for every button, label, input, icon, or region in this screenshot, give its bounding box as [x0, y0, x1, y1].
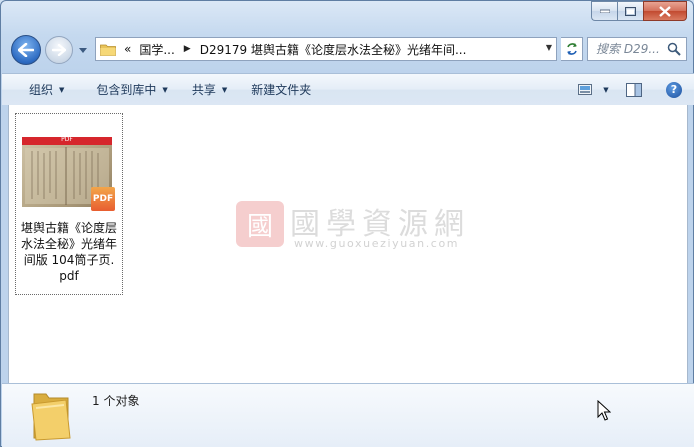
file-name-line: 间版 104筒子页. — [23, 253, 115, 267]
navigation-bar: « 国学... ▶ D29179 堪舆古籍《论度层水法全秘》光绪年间... ▼ — [9, 33, 689, 67]
help-icon: ? — [666, 81, 682, 98]
breadcrumb-item[interactable]: D29179 堪舆古籍《论度层水法全秘》光绪年间... — [200, 41, 467, 58]
refresh-icon — [566, 43, 577, 55]
explorer-window: « 国学... ▶ D29179 堪舆古籍《论度层水法全秘》光绪年间... ▼ — [0, 0, 694, 447]
minimize-icon — [599, 9, 610, 13]
preview-pane-button[interactable] — [614, 74, 654, 105]
watermark-seal-text: 國 — [246, 211, 273, 242]
view-options-dropdown[interactable]: ▼ — [598, 74, 614, 105]
pdf-badge-label: PDF — [92, 194, 114, 204]
refresh-button[interactable] — [561, 37, 583, 61]
maximize-icon — [625, 6, 636, 16]
include-in-library-menu[interactable]: 包含到库中 ▼ — [84, 74, 179, 105]
help-label: ? — [670, 83, 678, 96]
file-name-line: pdf — [59, 269, 79, 283]
minimize-button[interactable] — [591, 1, 617, 21]
share-menu[interactable]: 共享 ▼ — [180, 74, 239, 105]
folder-icon — [31, 393, 71, 441]
command-bar-right: ▼ ? — [574, 74, 694, 105]
organize-menu[interactable]: 组织 ▼ — [17, 74, 76, 105]
search-input[interactable] — [596, 42, 664, 56]
file-name[interactable]: 堪舆古籍《论度层 水法全秘》光绪年 间版 104筒子页. pdf — [16, 220, 122, 284]
file-list-view[interactable]: PDF PDF 堪舆古籍《论度层 水法全秘》光绪年 间版 104筒子页. pdf… — [8, 105, 688, 383]
view-options-button[interactable] — [574, 74, 598, 105]
back-arrow-icon — [18, 43, 34, 57]
pdf-badge-icon: PDF — [91, 187, 115, 211]
preview-pane-icon — [626, 82, 642, 97]
chevron-down-icon: ▼ — [162, 85, 168, 94]
item-count: 1 个对象 — [92, 394, 140, 408]
back-button[interactable] — [11, 35, 41, 65]
caption-buttons — [591, 1, 687, 21]
watermark-seal-icon: 國 — [236, 201, 284, 247]
chevron-down-icon — [79, 47, 87, 53]
search-box[interactable] — [587, 37, 687, 61]
include-in-library-label: 包含到库中 — [96, 83, 157, 97]
details-pane: 1 个对象 — [2, 383, 694, 447]
organize-label: 组织 — [29, 83, 54, 97]
pdf-thumbnail: PDF PDF — [22, 136, 115, 217]
thumbnail-header: PDF — [22, 136, 112, 145]
help-button[interactable]: ? — [654, 74, 694, 105]
breadcrumb-separator-icon[interactable]: ▶ — [184, 44, 191, 54]
mouse-cursor-icon — [597, 400, 611, 421]
folder-icon — [100, 44, 116, 56]
chevron-down-icon: ▼ — [603, 85, 609, 94]
new-folder-button[interactable]: 新建文件夹 — [239, 74, 323, 105]
close-button[interactable] — [643, 1, 687, 21]
forward-arrow-icon — [52, 44, 66, 56]
chevron-down-icon: ▼ — [59, 85, 65, 94]
share-label: 共享 — [191, 83, 216, 97]
breadcrumb-item[interactable]: 国学... — [139, 41, 174, 58]
address-overflow[interactable]: « — [124, 42, 131, 56]
recent-pages-dropdown[interactable] — [77, 43, 89, 57]
view-options-icon — [578, 83, 592, 95]
file-item[interactable]: PDF PDF 堪舆古籍《论度层 水法全秘》光绪年 间版 104筒子页. pdf — [15, 113, 123, 295]
address-dropdown-icon[interactable]: ▼ — [546, 43, 552, 52]
watermark: 國 國學資源網 www.guoxueziyuan.com — [236, 199, 496, 259]
address-bar[interactable]: « 国学... ▶ D29179 堪舆古籍《论度层水法全秘》光绪年间... ▼ — [95, 37, 557, 61]
chevron-down-icon: ▼ — [221, 85, 228, 94]
watermark-url: www.guoxueziyuan.com — [294, 237, 460, 250]
forward-button[interactable] — [45, 36, 73, 64]
thumbnail-header-label: PDF — [61, 136, 73, 143]
maximize-button[interactable] — [617, 1, 643, 21]
command-bar: 组织 ▼ 包含到库中 ▼ 共享 ▼ 新建文件夹 ▼ ? — [2, 73, 694, 105]
file-name-line: 水法全秘》光绪年 — [20, 237, 117, 251]
search-icon[interactable] — [667, 42, 681, 56]
file-name-line: 堪舆古籍《论度层 — [20, 221, 117, 235]
new-folder-label: 新建文件夹 — [251, 83, 312, 97]
close-icon — [659, 5, 671, 17]
